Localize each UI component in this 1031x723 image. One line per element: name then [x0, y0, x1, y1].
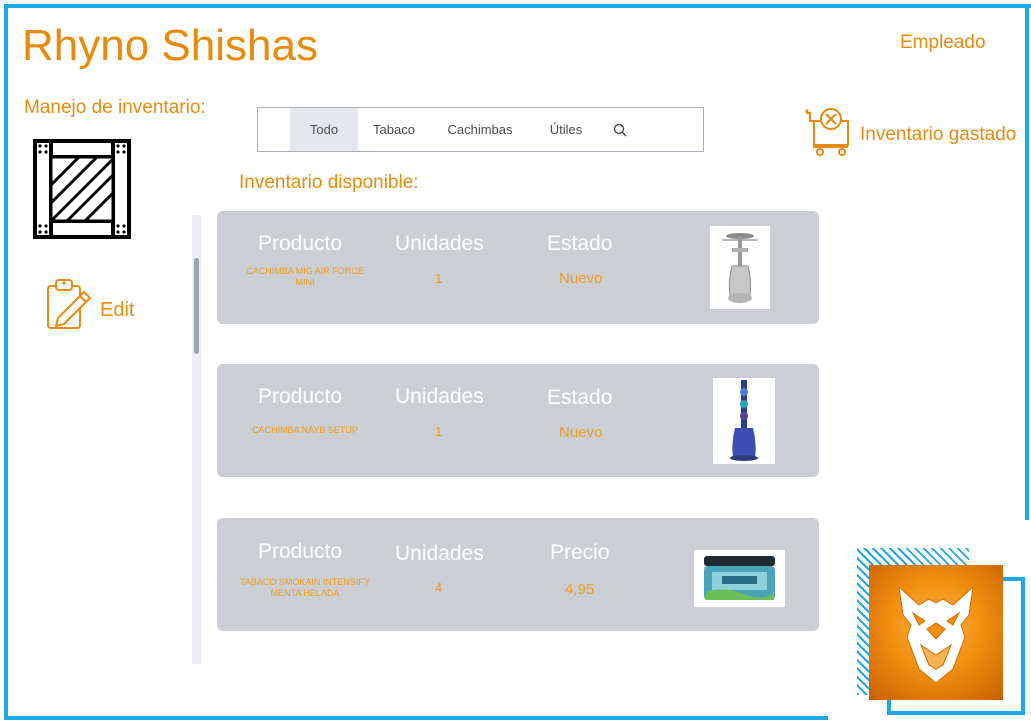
product-name: CACHIMBA MIG AIR FORCE MINI — [246, 266, 364, 287]
frame-border-top — [4, 4, 1031, 8]
spent-inventory-button[interactable]: Inventario gastado — [804, 107, 1016, 162]
inventory-card[interactable]: Producto CACHIMBA MIG AIR FORCE MINI Uni… — [217, 211, 819, 324]
tab-utiles[interactable]: Útiles — [530, 108, 602, 151]
price-value: 4,95 — [565, 581, 595, 598]
rhino-logo — [869, 565, 1003, 700]
edit-button[interactable]: Edit — [44, 276, 134, 336]
units-header: Unidades — [395, 385, 484, 408]
tab-tabaco[interactable]: Tabaco — [358, 108, 430, 151]
product-name: TABACO SMOKAIN INTENSIFY MENTA HELADA — [240, 577, 370, 598]
product-header: Producto — [258, 232, 343, 255]
frame-border-left — [4, 4, 8, 718]
product-image — [710, 226, 770, 309]
app-title: Rhyno Shishas — [22, 21, 318, 70]
status-header: Estado — [547, 386, 613, 409]
units-header: Unidades — [395, 232, 484, 255]
tab-cachimbas[interactable]: Cachimbas — [430, 108, 530, 151]
frame-border-bottom — [4, 716, 828, 720]
inventory-card[interactable]: Producto TABACO SMOKAIN INTENSIFY MENTA … — [217, 518, 819, 631]
units-value: 4 — [435, 580, 443, 595]
inventory-card[interactable]: Producto CACHIMBA NAYB SETUP Unidades 1 … — [217, 364, 819, 477]
category-tabbar: Todo Tabaco Cachimbas Útiles — [257, 107, 704, 152]
user-role-link[interactable]: Empleado — [900, 32, 986, 54]
units-value: 1 — [435, 271, 443, 286]
tab-todo[interactable]: Todo — [290, 108, 358, 151]
spent-inventory-label: Inventario gastado — [860, 123, 1017, 145]
search-icon[interactable] — [602, 108, 638, 151]
product-image — [694, 550, 785, 607]
product-name: CACHIMBA NAYB SETUP — [252, 425, 358, 435]
frame-border-right — [1025, 4, 1029, 520]
product-image — [713, 378, 775, 464]
status-value: Nuevo — [559, 270, 603, 287]
section-title: Manejo de inventario: — [24, 97, 206, 118]
units-header: Unidades — [395, 542, 484, 565]
price-header: Precio — [550, 541, 610, 564]
available-inventory-title: Inventario disponible: — [239, 172, 419, 193]
product-header: Producto — [258, 540, 343, 563]
status-value: Nuevo — [559, 424, 603, 441]
units-value: 1 — [435, 424, 443, 439]
product-header: Producto — [258, 385, 343, 408]
crate-icon — [33, 139, 131, 239]
cart-cancel-icon — [804, 107, 856, 162]
clipboard-edit-icon — [44, 276, 94, 337]
edit-label: Edit — [100, 298, 135, 321]
scrollbar-thumb[interactable] — [194, 258, 199, 354]
status-header: Estado — [547, 232, 613, 255]
tabbar-spacer — [258, 108, 290, 151]
